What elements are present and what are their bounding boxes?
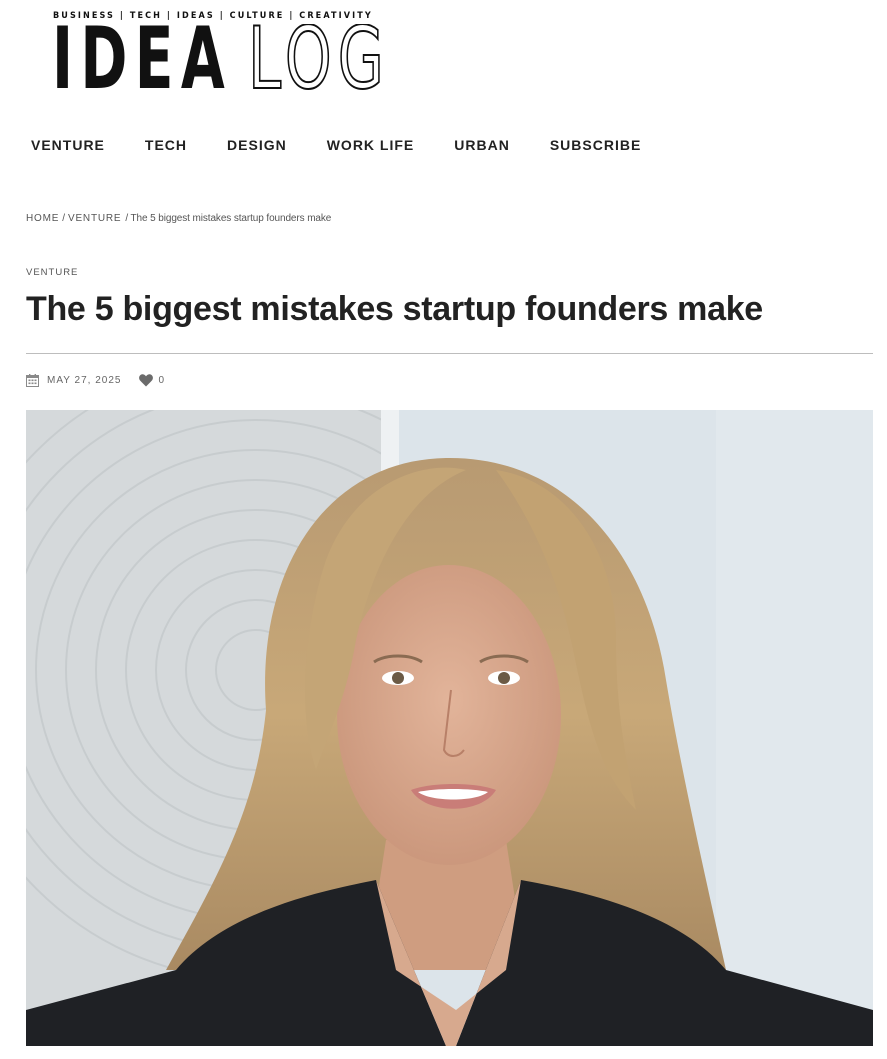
nav-item-work-life[interactable]: WORK LIFE [327,137,415,153]
breadcrumb-separator: / [62,213,65,224]
nav-item-tech[interactable]: TECH [145,137,187,153]
page: BUSINESS | TECH | IDEAS | CULTURE | CREA… [0,0,887,1059]
nav-item-subscribe[interactable]: SUBSCRIBE [550,137,641,153]
article-meta: MAY 27, 2025 0 [26,372,165,388]
site-logo[interactable]: BUSINESS | TECH | IDEAS | CULTURE | CREA… [52,10,392,92]
nav-item-urban[interactable]: URBAN [454,137,510,153]
nav-item-design[interactable]: DESIGN [227,137,287,153]
logo-name-outline: LOG [248,24,390,90]
breadcrumb-home-link[interactable]: HOME [26,213,59,224]
breadcrumb: HOME / VENTURE / The 5 biggest mistakes sta… [26,213,331,224]
like-button[interactable]: 0 [139,373,166,387]
article-title: The 5 biggest mistakes startup founders … [26,290,763,328]
article-hero-image [26,410,873,1046]
heart-icon [139,373,154,387]
title-divider [26,353,873,354]
breadcrumb-section-link[interactable]: VENTURE [68,213,121,224]
article-date: MAY 27, 2025 [47,374,122,386]
logo-wordmark: IDEA LOG [52,24,390,90]
article-category-link[interactable]: VENTURE [26,267,78,278]
main-nav: VENTURE TECH DESIGN WORK LIFE URBAN SUBS… [31,134,641,156]
logo-name-solid: IDEA [52,24,232,90]
calendar-icon [26,373,39,387]
nav-item-venture[interactable]: VENTURE [31,137,105,153]
logo-tagline: BUSINESS | TECH | IDEAS | CULTURE | CREA… [53,11,373,21]
portrait-photo [26,410,873,1046]
breadcrumb-current: / The 5 biggest mistakes startup founder… [125,213,332,224]
like-count: 0 [158,374,166,386]
